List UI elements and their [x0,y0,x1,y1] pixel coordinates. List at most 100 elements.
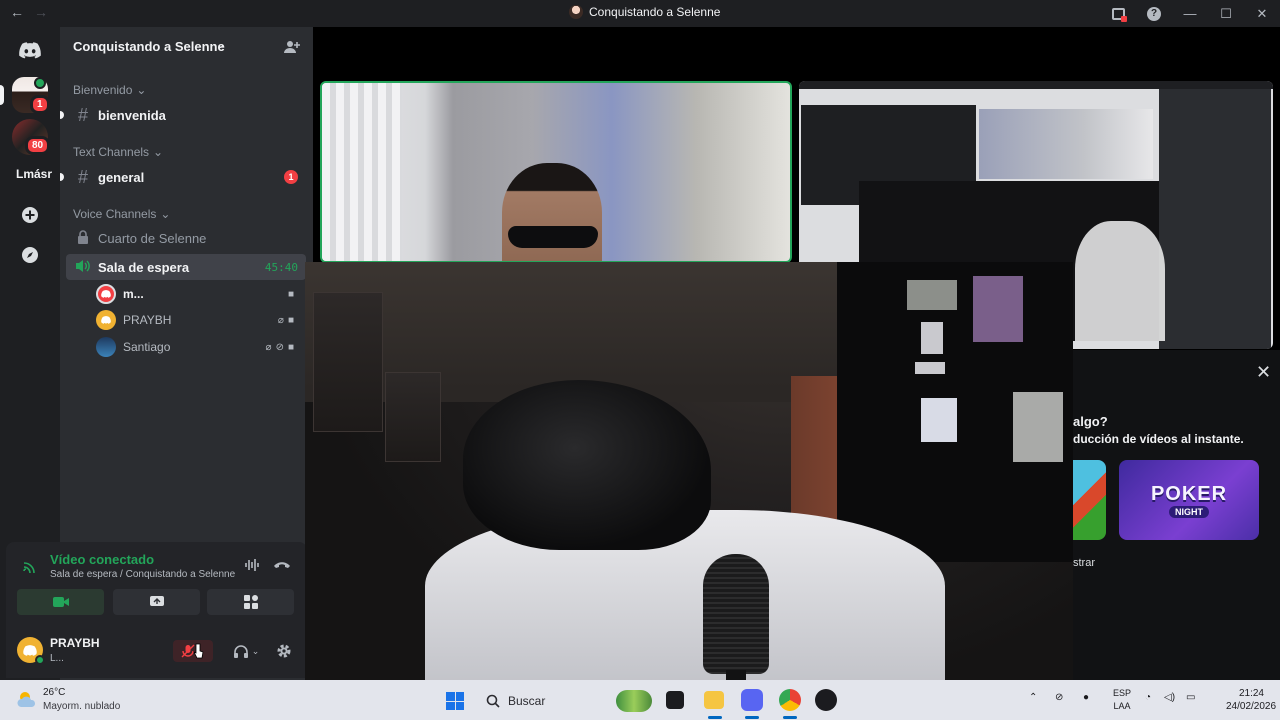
video-stage: ✕ algo? ducción de vídeos al instante. P… [305,27,1280,695]
close-icon[interactable]: ✕ [1256,362,1271,383]
guild-header[interactable]: Conquistando a Selenne ⌄ [60,27,313,67]
muted-mic-icon: ⌀ [277,314,284,326]
camera-icon: ■ [287,341,294,353]
title-bar: ← → Conquistando a Selenne ? — ☐ ✕ [0,0,1280,27]
door [791,376,841,526]
partly-cloudy-icon[interactable] [16,689,38,711]
chevron-up-icon[interactable]: ⌃ [1029,692,1037,703]
participant-video-tile[interactable] [320,81,792,263]
camera-overlay-video[interactable] [305,262,1073,695]
member-name: Santiago [123,340,171,354]
discord-logo-icon [19,41,41,58]
user-settings-button[interactable] [272,640,296,662]
server1-mention-badge: 1 [30,95,50,114]
terminal-app-icon[interactable] [666,691,684,709]
weather-description[interactable]: Mayorm. nublado [43,701,120,712]
headphones-icon [233,645,248,658]
compass-icon [22,247,38,263]
voice-status-subtitle[interactable]: Sala de espera / Conquistando a Selenne [50,569,235,580]
voice-connection-panel: Vídeo conectado Sala de espera / Conquis… [6,542,307,622]
unread-indicator [60,173,64,181]
promo-heading: algo? [1073,414,1108,429]
voice-member[interactable]: Santiago ⌀ ⊘ ■ [96,335,300,359]
shared-figure [1075,221,1165,341]
minimize-button[interactable]: — [1172,0,1208,27]
help-icon: ? [1147,6,1161,21]
game-card-blocks[interactable] [1073,460,1106,540]
search-icon [486,694,500,708]
online-status-dot [35,655,45,665]
plus-circle-icon [22,207,38,223]
network-off-icon[interactable]: ⊘ [1055,692,1063,703]
close-button[interactable]: ✕ [1244,0,1280,27]
language-code: ESP [1112,688,1131,698]
file-explorer-icon[interactable] [704,691,724,709]
camera-icon: ■ [287,288,294,300]
photo [921,322,943,354]
deafen-button[interactable]: ⌄ [226,640,266,662]
weather-temperature[interactable]: 26°C [43,687,65,698]
category-label: Text Channels [73,145,150,159]
channel-sala-de-espera[interactable]: Sala de espera 45:40 [66,254,306,280]
noise-suppression-icon[interactable] [244,558,260,577]
category-bienvenido[interactable]: Bienvenido ⌄ [73,83,146,97]
github-app-icon[interactable] [815,689,837,711]
camera-icon: ■ [287,314,294,326]
muted-mic-icon: ⌀ [265,341,272,353]
poker-title: POKER [1150,482,1228,505]
maximize-button[interactable]: ☐ [1208,0,1244,27]
chevron-down-icon: ⌄ [160,207,171,221]
system-clock[interactable]: 21:24 24/02/2026 [1226,687,1276,713]
back-arrow-icon[interactable]: ← [10,4,24,20]
category-text-channels[interactable]: Text Channels ⌄ [73,145,163,159]
voice-member[interactable]: PRAYBH ⌀ ■ [96,308,300,332]
activity-icon [243,595,258,609]
windows-logo-tile [455,701,464,710]
chevron-down-icon: ⌄ [136,83,147,97]
help-button[interactable]: ? [1136,0,1172,27]
photo [921,398,957,442]
add-person-icon [284,41,300,53]
promo-subheading: ducción de vídeos al instante. [1073,432,1244,446]
member-name: m... [123,287,144,301]
photo [973,276,1023,342]
game-card-poker-night[interactable]: POKER NIGHT [1119,460,1259,540]
activities-button[interactable] [207,589,294,615]
add-server-button[interactable] [18,203,42,227]
voice-member[interactable]: m... ■ [96,282,300,306]
channel-general[interactable]: # general 1 [60,164,306,190]
channel-bienvenida[interactable]: # bienvenida [60,102,306,128]
user-status[interactable]: L... [50,653,64,664]
inbox-button[interactable] [1100,0,1136,27]
wifi-icon[interactable]: ◔ [1145,692,1151,703]
forward-arrow-icon[interactable]: → [34,4,48,20]
start-button[interactable] [446,692,464,710]
camera-icon [52,597,69,607]
show-more-link[interactable]: strar [1073,557,1095,569]
connection-signal-icon[interactable] [22,559,38,578]
voice-status-title[interactable]: Vídeo conectado [50,552,154,567]
username[interactable]: PRAYBH [50,636,100,650]
microphone-tray-icon[interactable]: ● [1083,692,1089,703]
volume-icon[interactable]: ◁) [1164,692,1175,703]
discover-button[interactable] [18,243,42,267]
disconnect-icon[interactable] [273,558,291,576]
windows-logo-icon [446,692,455,701]
direct-messages-button[interactable] [12,32,48,68]
wall-poster [385,372,441,462]
user-avatar [96,337,116,357]
language-indicator[interactable]: ESP LAA [1112,687,1132,713]
chrome-app-icon[interactable] [779,689,801,711]
discord-avatar-icon [96,284,116,304]
category-voice-channels[interactable]: Voice Channels ⌄ [73,207,170,221]
battery-icon[interactable]: ▭ [1186,692,1195,703]
toggle-camera-button[interactable] [17,589,104,615]
shared-video [979,109,1153,179]
channel-cuarto-de-selenne[interactable]: Cuarto de Selenne [66,225,306,251]
dark-wall [837,262,1073,562]
participant-face [502,163,602,261]
share-screen-button[interactable] [113,589,200,615]
server-folder-label[interactable]: Lmásr [16,167,52,181]
discord-app-icon[interactable] [741,689,763,711]
invite-button[interactable] [284,39,300,60]
